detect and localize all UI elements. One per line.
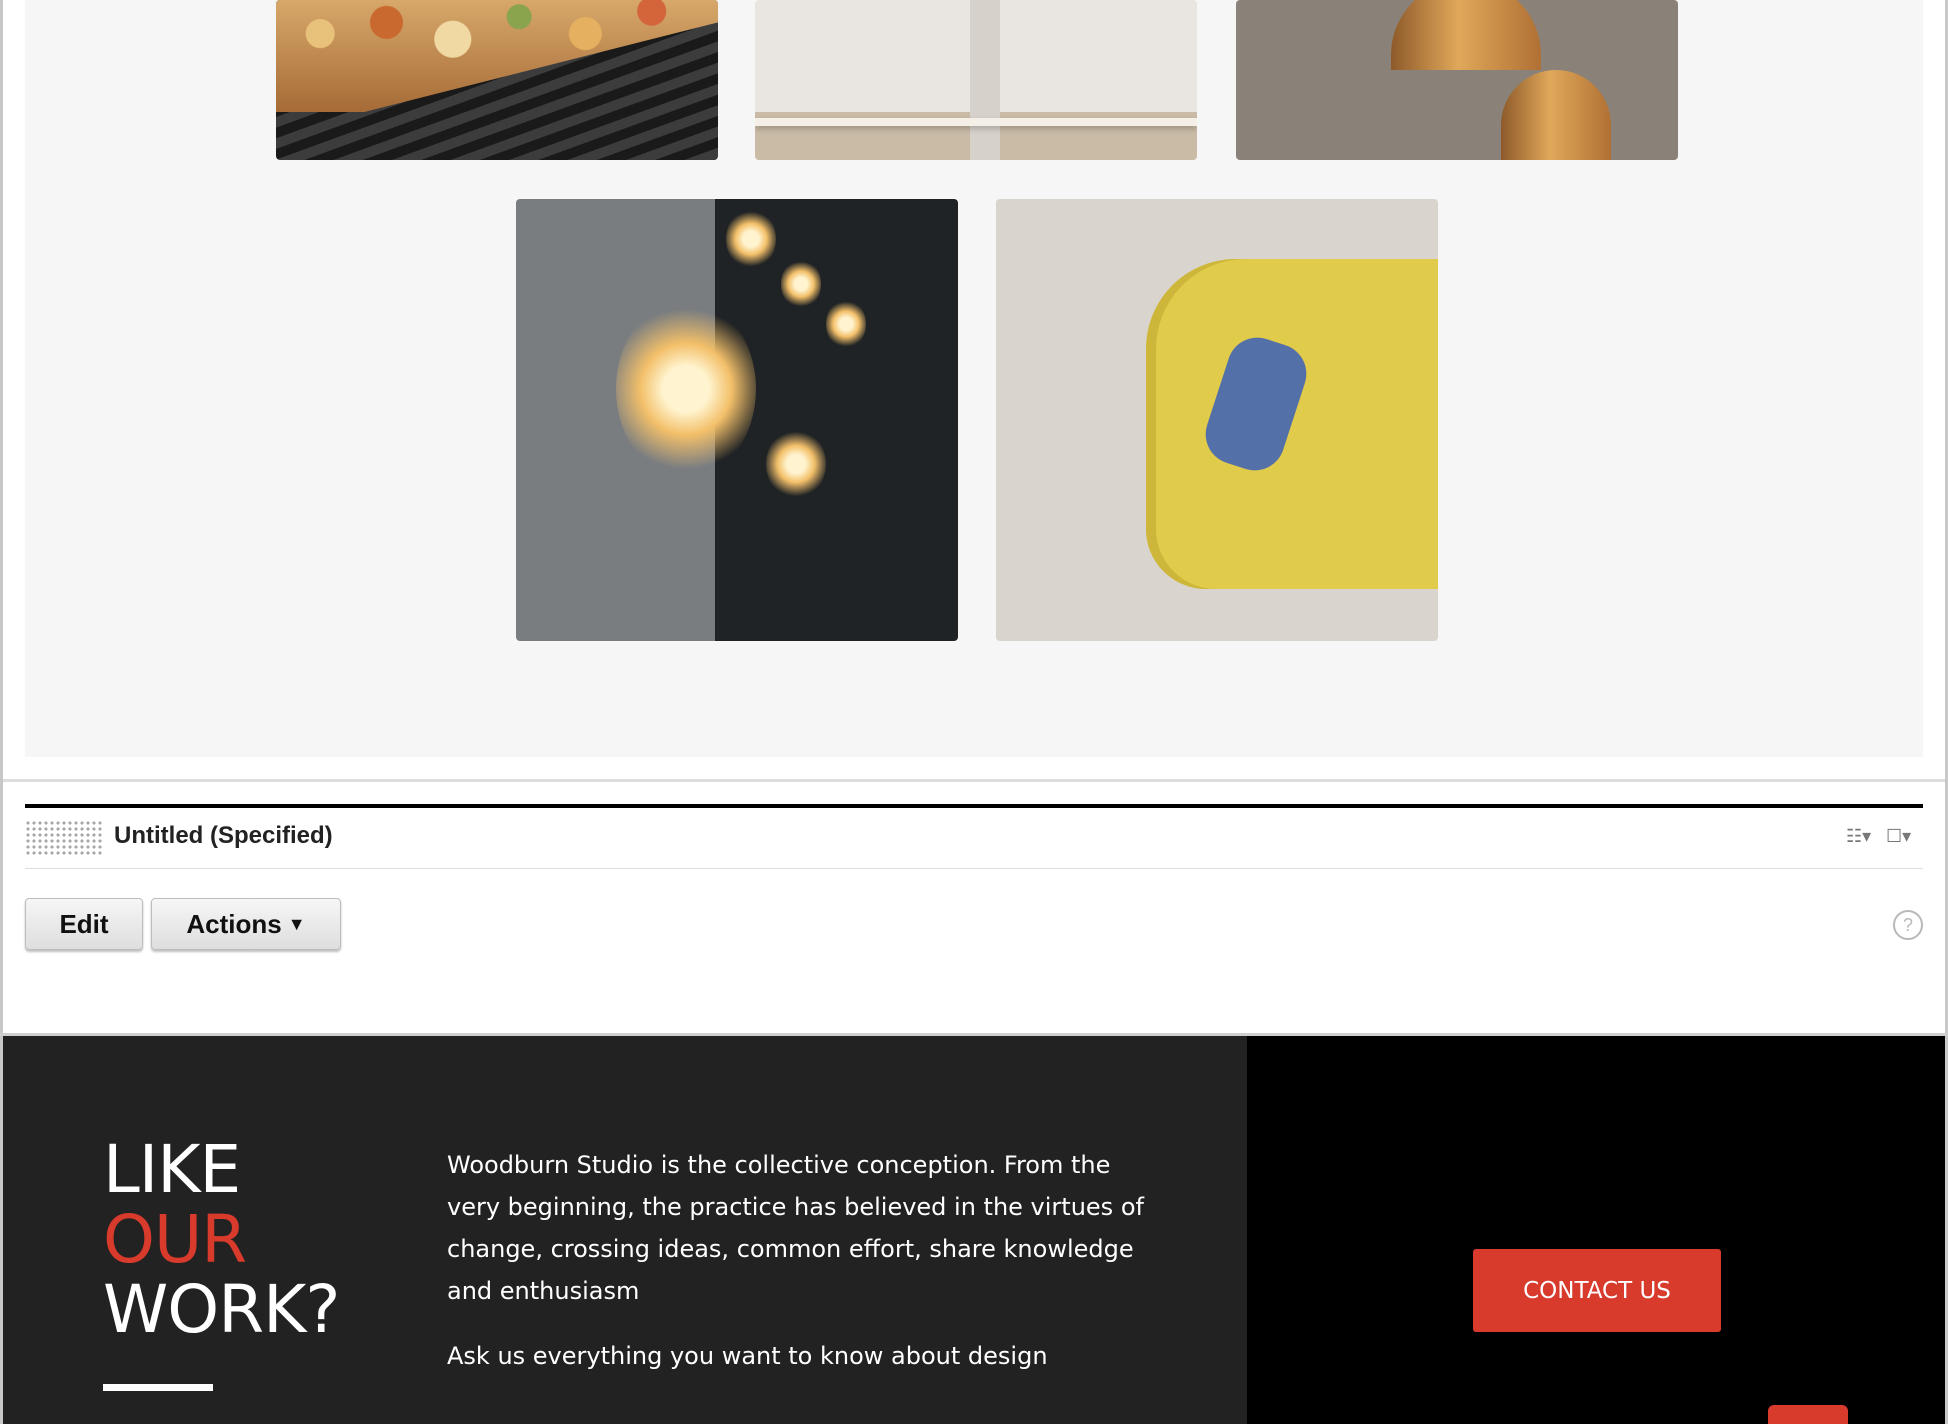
bulb-glow bbox=[826, 299, 866, 349]
lamp-shape bbox=[1391, 0, 1541, 70]
help-icon[interactable]: ? bbox=[1893, 910, 1923, 940]
footer-action-panel bbox=[1247, 1036, 1945, 1424]
gallery-image-cafe-bulbs[interactable] bbox=[516, 199, 958, 641]
window-menu-icon[interactable]: ☐▾ bbox=[1886, 826, 1911, 847]
studio-description: Woodburn Studio is the collective concep… bbox=[447, 1151, 1144, 1305]
contact-us-button[interactable]: CONTACT US bbox=[1473, 1249, 1721, 1332]
sofa-shape bbox=[1146, 259, 1438, 589]
portlet-header: Untitled (Specified) ☷▾ ☐▾ bbox=[25, 808, 1923, 869]
headline-underline bbox=[103, 1384, 213, 1391]
actions-button[interactable]: Actions ▼ bbox=[151, 898, 341, 950]
floating-button[interactable] bbox=[1768, 1405, 1848, 1424]
bulb-glow bbox=[766, 429, 826, 499]
layout-menu-icon[interactable]: ☷▾ bbox=[1846, 826, 1871, 847]
caret-down-icon: ▼ bbox=[287, 913, 306, 934]
headline-our: OUR bbox=[103, 1201, 247, 1278]
bulb-glow bbox=[781, 259, 821, 309]
gallery-image-kitchen-shelf[interactable] bbox=[755, 0, 1197, 160]
drag-handle-icon[interactable] bbox=[25, 820, 103, 856]
actions-button-label: Actions bbox=[186, 908, 282, 939]
section-divider bbox=[3, 779, 1945, 782]
lamp-shape bbox=[1501, 70, 1611, 160]
edit-button-label: Edit bbox=[59, 908, 109, 939]
edit-button[interactable]: Edit bbox=[25, 898, 143, 950]
gallery-image-copper-lamps[interactable] bbox=[1236, 0, 1678, 160]
help-glyph: ? bbox=[1902, 914, 1913, 935]
portlet-title: Untitled (Specified) bbox=[114, 822, 333, 849]
gallery-image-yellow-sofa[interactable] bbox=[996, 199, 1438, 641]
headline-like: LIKE bbox=[103, 1131, 241, 1208]
footer-cta: LIKE OUR WORK? Woodburn Studio is the co… bbox=[0, 1036, 1948, 1424]
headline-work: WORK? bbox=[103, 1271, 340, 1348]
bulb-glow bbox=[726, 209, 776, 269]
image-gallery bbox=[25, 0, 1923, 757]
bulb-glow bbox=[616, 299, 756, 479]
footer-text-panel: LIKE OUR WORK? Woodburn Studio is the co… bbox=[3, 1036, 1247, 1424]
gallery-image-grill[interactable] bbox=[276, 0, 718, 160]
design-invite-text: Ask us everything you want to know about… bbox=[447, 1342, 1048, 1370]
